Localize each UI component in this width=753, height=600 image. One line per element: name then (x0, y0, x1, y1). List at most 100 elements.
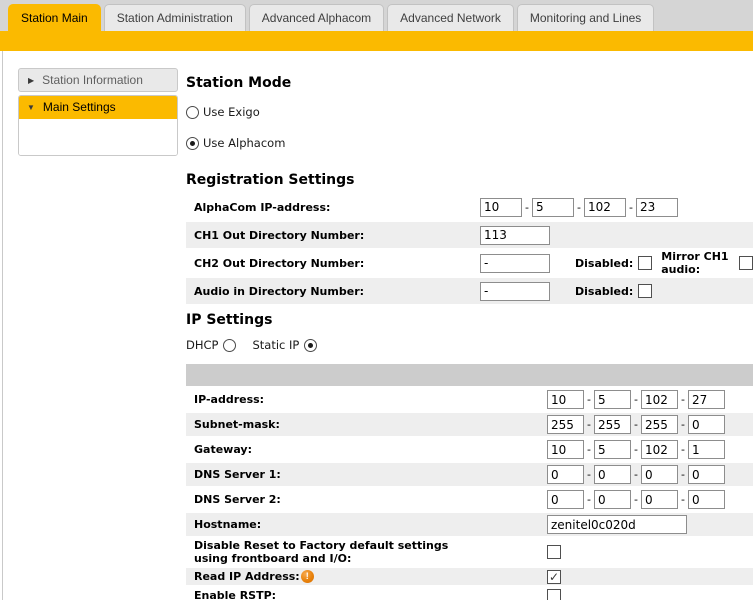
ch1-directory-number-input[interactable] (480, 226, 550, 245)
octet-separator: - (587, 393, 591, 406)
page-body: ▶ Station Information ▼ Main Settings St… (0, 51, 753, 600)
octet-separator: - (681, 493, 685, 506)
use-exigo-option: Use Exigo (186, 105, 753, 119)
dns1-octet-2[interactable] (594, 465, 631, 484)
static-ip-radio[interactable] (304, 339, 317, 352)
ch2-directory-number-input[interactable] (480, 254, 550, 273)
octet-separator: - (587, 493, 591, 506)
row-label: AlphaCom IP-address: (194, 201, 480, 214)
enable-rstp-checkbox[interactable] (547, 589, 561, 600)
alphacom-ip-octet-2[interactable] (532, 198, 574, 217)
gateway-octet-4[interactable] (688, 440, 725, 459)
use-alphacom-radio[interactable] (186, 137, 199, 150)
octet-separator: - (587, 468, 591, 481)
row-label: IP-address: (194, 393, 547, 406)
row-label-line1: Disable Reset to Factory default setting… (194, 539, 547, 552)
octet-separator: - (681, 393, 685, 406)
row-label: Read IP Address:! (194, 570, 547, 583)
octet-separator: - (681, 418, 685, 431)
sidebar-item-station-information[interactable]: ▶ Station Information (18, 68, 178, 92)
gateway-octet-3[interactable] (641, 440, 678, 459)
octet-separator: - (634, 418, 638, 431)
ip-address-octet-2[interactable] (594, 390, 631, 409)
alphacom-ip-octet-4[interactable] (636, 198, 678, 217)
ch2-disabled-checkbox[interactable] (638, 256, 652, 270)
read-ip-address-checkbox[interactable]: ✓ (547, 570, 561, 584)
dns1-octet-3[interactable] (641, 465, 678, 484)
octet-separator: - (634, 443, 638, 456)
octet-separator: - (681, 468, 685, 481)
tab-station-main[interactable]: Station Main (8, 4, 101, 31)
row-label: Hostname: (194, 518, 547, 531)
octet-separator: - (634, 468, 638, 481)
subnet-mask-octet-2[interactable] (594, 415, 631, 434)
mirror-ch1-audio-checkbox[interactable] (739, 256, 753, 270)
use-alphacom-label: Use Alphacom (203, 136, 285, 150)
table-row-ch2-directory: CH2 Out Directory Number: Disabled: Mirr… (186, 250, 753, 276)
octet-separator: - (587, 418, 591, 431)
table-row-ch1-directory: CH1 Out Directory Number: (186, 222, 753, 248)
disable-factory-reset-checkbox[interactable] (547, 545, 561, 559)
tab-monitoring-and-lines[interactable]: Monitoring and Lines (517, 4, 654, 31)
audio-in-disabled-checkbox[interactable] (638, 284, 652, 298)
tab-advanced-alphacom[interactable]: Advanced Alphacom (249, 4, 384, 31)
subnet-mask-octet-4[interactable] (688, 415, 725, 434)
subnet-mask-octet-1[interactable] (547, 415, 584, 434)
octet-separator: - (587, 443, 591, 456)
chevron-right-icon: ▶ (28, 76, 34, 85)
octet-separator: - (634, 493, 638, 506)
table-row-hostname: Hostname: (186, 513, 753, 536)
row-label: Enable RSTP: (194, 589, 547, 600)
octet-separator: - (681, 443, 685, 456)
dhcp-radio[interactable] (223, 339, 236, 352)
sidebar-item-main-settings[interactable]: ▼ Main Settings (18, 95, 178, 119)
ip-settings-table: IP-address: - - - Subnet-mask: - - - (186, 388, 753, 600)
row-label: CH2 Out Directory Number: (194, 257, 480, 270)
ip-address-octet-3[interactable] (641, 390, 678, 409)
subnet-mask-octet-3[interactable] (641, 415, 678, 434)
dns2-octet-2[interactable] (594, 490, 631, 509)
table-row-enable-rstp: Enable RSTP: (186, 587, 753, 600)
row-label: DNS Server 2: (194, 493, 547, 506)
ip-address-octet-1[interactable] (547, 390, 584, 409)
audio-in-directory-number-input[interactable] (480, 282, 550, 301)
use-exigo-radio[interactable] (186, 106, 199, 119)
alphacom-ip-octet-1[interactable] (480, 198, 522, 217)
dns1-octet-4[interactable] (688, 465, 725, 484)
main-content: Station Mode Use Exigo Use Alphacom Regi… (186, 51, 753, 600)
row-label: Subnet-mask: (194, 418, 547, 431)
row-label: Audio in Directory Number: (194, 285, 480, 298)
row-label: Disable Reset to Factory default setting… (194, 539, 547, 565)
use-alphacom-option: Use Alphacom (186, 136, 753, 150)
tab-bar: Station Main Station Administration Adva… (0, 0, 753, 31)
sidebar-item-label: Station Information (42, 73, 143, 87)
info-icon[interactable]: ! (301, 570, 314, 583)
dns2-octet-4[interactable] (688, 490, 725, 509)
hostname-input[interactable] (547, 515, 687, 534)
alphacom-ip-octet-3[interactable] (584, 198, 626, 217)
row-label: CH1 Out Directory Number: (194, 229, 480, 242)
table-row-disable-factory-reset: Disable Reset to Factory default setting… (186, 538, 753, 566)
table-row-dns-server-1: DNS Server 1: - - - (186, 463, 753, 486)
dns2-octet-3[interactable] (641, 490, 678, 509)
table-row-ip-address: IP-address: - - - (186, 388, 753, 411)
static-ip-label: Static IP (252, 338, 299, 352)
dns1-octet-1[interactable] (547, 465, 584, 484)
ip-settings-heading: IP Settings (186, 312, 753, 328)
tab-advanced-network[interactable]: Advanced Network (387, 4, 514, 31)
gateway-octet-1[interactable] (547, 440, 584, 459)
octet-separator: - (629, 201, 633, 214)
registration-settings-heading: Registration Settings (186, 172, 753, 188)
tab-station-administration[interactable]: Station Administration (104, 4, 246, 31)
ip-table-header-bar (186, 364, 753, 386)
sidebar-item-label: Main Settings (43, 100, 116, 114)
dns2-octet-1[interactable] (547, 490, 584, 509)
gateway-octet-2[interactable] (594, 440, 631, 459)
table-row-alphacom-ip: AlphaCom IP-address: - - - (186, 194, 753, 220)
ip-address-octet-4[interactable] (688, 390, 725, 409)
registration-table: AlphaCom IP-address: - - - CH1 Out Direc… (186, 194, 753, 304)
octet-separator: - (634, 393, 638, 406)
ip-mode-selector: DHCP Static IP (186, 338, 753, 352)
mirror-ch1-audio-label: Mirror CH1 audio: (661, 250, 734, 276)
read-ip-address-label: Read IP Address: (194, 570, 300, 583)
